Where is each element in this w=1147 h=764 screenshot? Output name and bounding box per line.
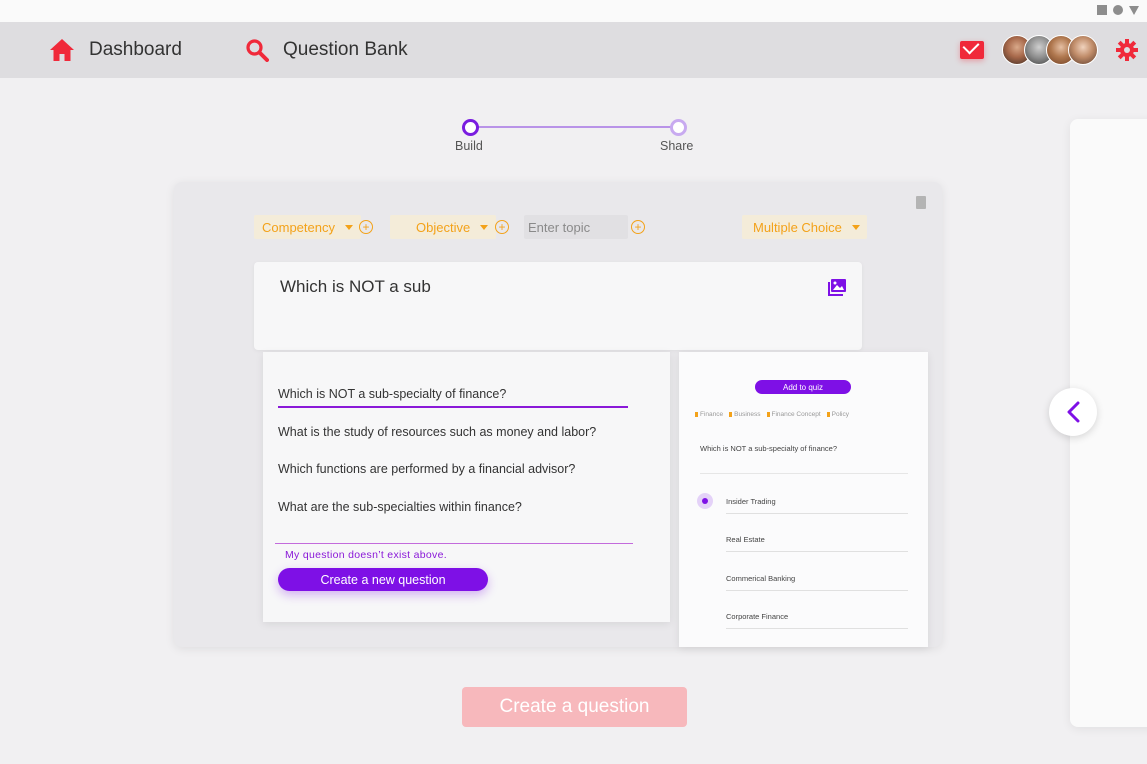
preview-option[interactable]: Real Estate xyxy=(726,535,765,544)
competency-label: Competency xyxy=(262,219,335,235)
preview-tags: Finance Business Finance Concept Policy xyxy=(695,411,849,418)
create-new-question-button[interactable]: Create a new question xyxy=(278,568,488,591)
chevron-left-icon xyxy=(1067,401,1080,423)
topic-placeholder: Enter topic xyxy=(528,219,591,235)
competency-dropdown[interactable]: Competency xyxy=(254,215,361,239)
suggestions-divider xyxy=(275,543,633,544)
suggestion-item[interactable]: Which functions are performed by a finan… xyxy=(278,462,575,476)
objective-dropdown[interactable]: Objective xyxy=(390,215,497,239)
selected-radio-icon[interactable] xyxy=(697,493,713,509)
back-button[interactable] xyxy=(1049,388,1097,436)
home-icon xyxy=(50,39,74,61)
preview-option[interactable]: Insider Trading xyxy=(726,497,776,506)
option-divider xyxy=(726,551,908,552)
suggestion-item[interactable]: What are the sub-specialties within fina… xyxy=(278,500,522,514)
window-square-icon[interactable] xyxy=(1097,5,1107,15)
chevron-down-icon xyxy=(344,224,353,230)
step-share-label: Share xyxy=(660,139,694,153)
preview-option[interactable]: Commerical Banking xyxy=(726,574,795,583)
progress-stepper: Build Share xyxy=(454,116,704,166)
image-gallery-icon[interactable] xyxy=(828,279,846,296)
chevron-down-icon xyxy=(480,224,489,230)
question-preview-panel: Add to quiz Finance Business Finance Con… xyxy=(679,352,928,647)
gear-icon[interactable] xyxy=(1116,39,1138,61)
preview-tag: Business xyxy=(729,411,761,418)
question-text[interactable]: Which is NOT a sub xyxy=(280,277,431,297)
preview-tag: Finance Concept xyxy=(766,411,821,418)
preview-tag: Policy xyxy=(826,411,849,418)
window-circle-icon[interactable] xyxy=(1113,5,1123,15)
question-type-dropdown[interactable]: Multiple Choice xyxy=(742,215,867,239)
search-icon xyxy=(246,39,269,62)
mail-icon[interactable] xyxy=(960,41,984,59)
step-share-dot[interactable] xyxy=(670,119,687,136)
add-objective-icon[interactable]: + xyxy=(495,220,509,234)
avatar-group[interactable] xyxy=(1002,35,1098,65)
suggestion-item[interactable]: Which is NOT a sub-specialty of finance? xyxy=(278,387,628,408)
option-divider xyxy=(726,513,908,514)
option-divider xyxy=(726,628,908,629)
step-build-dot[interactable] xyxy=(462,119,479,136)
nav-question-bank[interactable]: Question Bank xyxy=(245,22,408,78)
window-controls xyxy=(1097,5,1139,15)
not-exist-text: My question doesn’t exist above. xyxy=(285,549,447,561)
suggestion-item[interactable]: What is the study of resources such as m… xyxy=(278,425,596,439)
nav-dashboard-label: Dashboard xyxy=(89,39,182,60)
window-titlebar xyxy=(0,0,1147,22)
option-divider xyxy=(726,590,908,591)
step-build-label: Build xyxy=(455,139,483,153)
add-topic-icon[interactable]: + xyxy=(631,220,645,234)
top-navigation: Dashboard Question Bank xyxy=(0,22,1147,78)
nav-question-bank-label: Question Bank xyxy=(283,39,408,60)
add-competency-icon[interactable]: + xyxy=(359,220,373,234)
nav-right-group xyxy=(960,22,1138,78)
nav-dashboard[interactable]: Dashboard xyxy=(49,22,182,78)
question-type-label: Multiple Choice xyxy=(753,219,842,235)
topic-input[interactable]: Enter topic xyxy=(524,215,628,239)
objective-label: Objective xyxy=(416,219,471,235)
stepper-line xyxy=(469,126,679,128)
preview-tag: Finance xyxy=(695,411,723,418)
create-question-button[interactable]: Create a question xyxy=(462,687,687,727)
preview-option[interactable]: Corporate Finance xyxy=(726,612,788,621)
preview-question: Which is NOT a sub-specialty of finance? xyxy=(700,444,838,453)
avatar[interactable] xyxy=(1068,35,1098,65)
trash-icon[interactable] xyxy=(916,196,926,209)
suggestions-panel: Which is NOT a sub-specialty of finance?… xyxy=(263,352,670,622)
chevron-down-icon xyxy=(851,224,860,230)
question-input-box[interactable]: Which is NOT a sub xyxy=(254,262,862,350)
preview-divider xyxy=(700,473,908,474)
add-to-quiz-button[interactable]: Add to quiz xyxy=(755,380,851,394)
window-triangle-icon[interactable] xyxy=(1129,5,1139,15)
